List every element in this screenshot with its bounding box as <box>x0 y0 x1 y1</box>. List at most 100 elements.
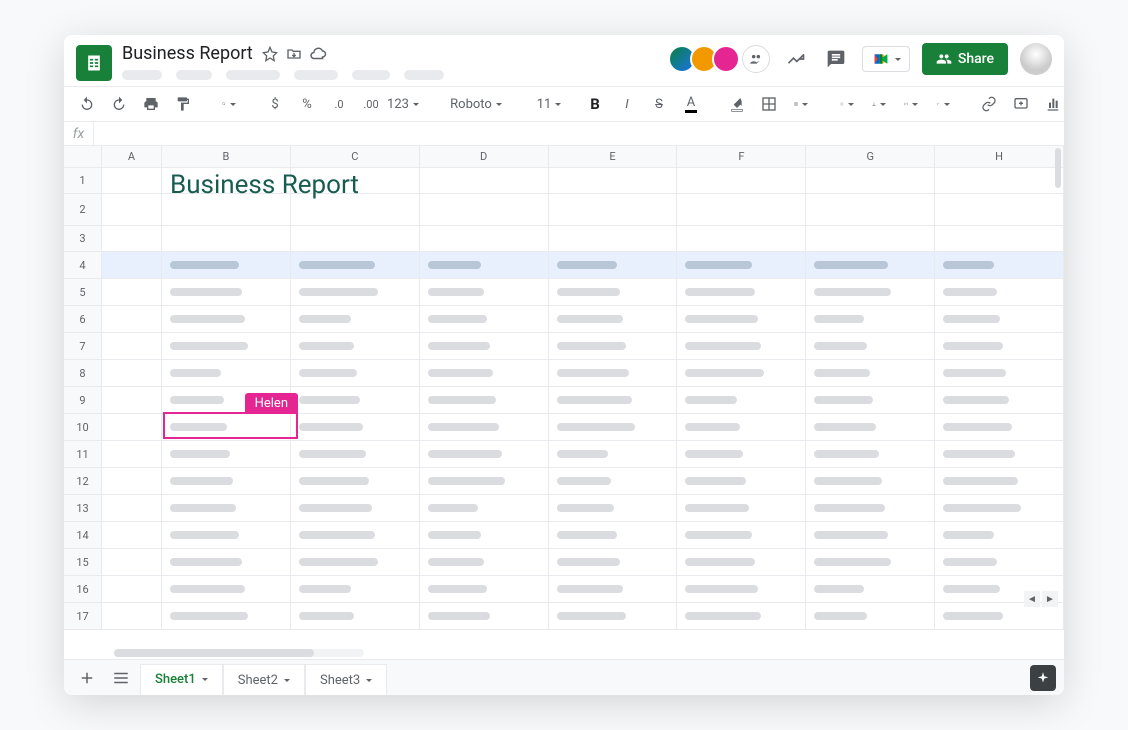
comments-icon[interactable] <box>822 45 850 73</box>
cell[interactable] <box>677 495 806 521</box>
row-header[interactable]: 1 <box>64 168 102 193</box>
row-header[interactable]: 2 <box>64 194 102 225</box>
cell[interactable] <box>549 441 678 467</box>
cell[interactable] <box>420 387 549 413</box>
decrease-decimal-button[interactable]: .0 <box>326 91 352 117</box>
cell[interactable] <box>162 194 291 225</box>
cell[interactable] <box>806 522 935 548</box>
cell[interactable] <box>162 603 291 629</box>
vertical-align-button[interactable] <box>866 91 892 117</box>
cell[interactable] <box>162 333 291 359</box>
cell[interactable] <box>420 168 549 193</box>
row-header[interactable]: 5 <box>64 279 102 305</box>
cell[interactable] <box>291 468 420 494</box>
cell[interactable] <box>291 252 420 278</box>
cell[interactable] <box>102 252 162 278</box>
cell[interactable] <box>806 306 935 332</box>
cell[interactable] <box>420 306 549 332</box>
cell[interactable] <box>549 468 678 494</box>
cell[interactable] <box>677 441 806 467</box>
bold-button[interactable]: B <box>582 91 608 117</box>
cell[interactable] <box>806 226 935 251</box>
cell[interactable] <box>291 333 420 359</box>
cell[interactable] <box>291 279 420 305</box>
cell[interactable] <box>677 414 806 440</box>
row-header[interactable]: 6 <box>64 306 102 332</box>
cell[interactable] <box>806 495 935 521</box>
cell[interactable] <box>935 333 1064 359</box>
column-header[interactable]: C <box>291 146 420 167</box>
cell[interactable] <box>102 387 162 413</box>
cell[interactable] <box>162 495 291 521</box>
cell[interactable] <box>549 360 678 386</box>
column-header[interactable]: E <box>549 146 678 167</box>
cell[interactable] <box>420 333 549 359</box>
cell[interactable] <box>806 414 935 440</box>
cell[interactable] <box>102 603 162 629</box>
cell[interactable] <box>102 226 162 251</box>
column-header[interactable]: D <box>420 146 549 167</box>
row-header[interactable]: 8 <box>64 360 102 386</box>
row-header[interactable]: 14 <box>64 522 102 548</box>
row-header[interactable]: 16 <box>64 576 102 602</box>
cell[interactable] <box>549 194 678 225</box>
cell[interactable] <box>806 603 935 629</box>
cell[interactable] <box>291 576 420 602</box>
cell[interactable] <box>935 468 1064 494</box>
cell[interactable] <box>677 252 806 278</box>
zoom-dropdown[interactable] <box>216 91 242 117</box>
cell[interactable] <box>935 194 1064 225</box>
cell[interactable] <box>935 279 1064 305</box>
sheet-tab[interactable]: Sheet2 <box>223 664 305 696</box>
cell[interactable] <box>935 441 1064 467</box>
cell[interactable] <box>162 360 291 386</box>
sheet-tab[interactable]: Sheet1 <box>140 664 223 696</box>
font-size-dropdown[interactable]: 11 <box>536 91 562 117</box>
cell[interactable] <box>806 468 935 494</box>
cell[interactable] <box>420 360 549 386</box>
cell[interactable] <box>420 549 549 575</box>
cloud-status-icon[interactable] <box>309 45 327 63</box>
vertical-scrollbar[interactable] <box>1052 146 1064 647</box>
cell[interactable] <box>677 168 806 193</box>
cell[interactable] <box>935 522 1064 548</box>
column-header[interactable]: A <box>102 146 162 167</box>
cell[interactable] <box>291 168 420 193</box>
account-avatar[interactable] <box>1020 43 1052 75</box>
cell[interactable] <box>162 468 291 494</box>
cell[interactable] <box>935 360 1064 386</box>
cell[interactable] <box>420 252 549 278</box>
cell[interactable] <box>935 549 1064 575</box>
text-rotation-button[interactable] <box>930 91 956 117</box>
cell[interactable] <box>677 522 806 548</box>
document-title[interactable]: Business Report <box>122 43 253 64</box>
cell[interactable] <box>677 360 806 386</box>
cell[interactable] <box>420 194 549 225</box>
collaborator-avatars[interactable] <box>668 45 770 73</box>
cell[interactable] <box>935 495 1064 521</box>
cell[interactable] <box>162 252 291 278</box>
row-header[interactable]: 7 <box>64 333 102 359</box>
percent-button[interactable]: % <box>294 91 320 117</box>
strikethrough-button[interactable]: S <box>646 91 672 117</box>
cell[interactable] <box>677 279 806 305</box>
cell[interactable] <box>162 226 291 251</box>
cell[interactable] <box>806 576 935 602</box>
select-all-corner[interactable] <box>64 146 102 167</box>
meet-button[interactable] <box>862 46 910 72</box>
cell[interactable] <box>162 168 291 193</box>
spreadsheet-grid[interactable]: A B C D E F G H 123456789101112131415161… <box>64 146 1064 647</box>
cell[interactable] <box>677 549 806 575</box>
redo-button[interactable] <box>106 91 132 117</box>
cell[interactable] <box>291 441 420 467</box>
cell[interactable] <box>549 252 678 278</box>
row-header[interactable]: 9 <box>64 387 102 413</box>
cell[interactable] <box>102 414 162 440</box>
cell[interactable] <box>677 194 806 225</box>
print-button[interactable] <box>138 91 164 117</box>
merge-cells-button[interactable] <box>788 91 814 117</box>
cell[interactable] <box>935 414 1064 440</box>
insert-chart-button[interactable] <box>1040 91 1064 117</box>
row-header[interactable]: 13 <box>64 495 102 521</box>
cell[interactable] <box>549 226 678 251</box>
